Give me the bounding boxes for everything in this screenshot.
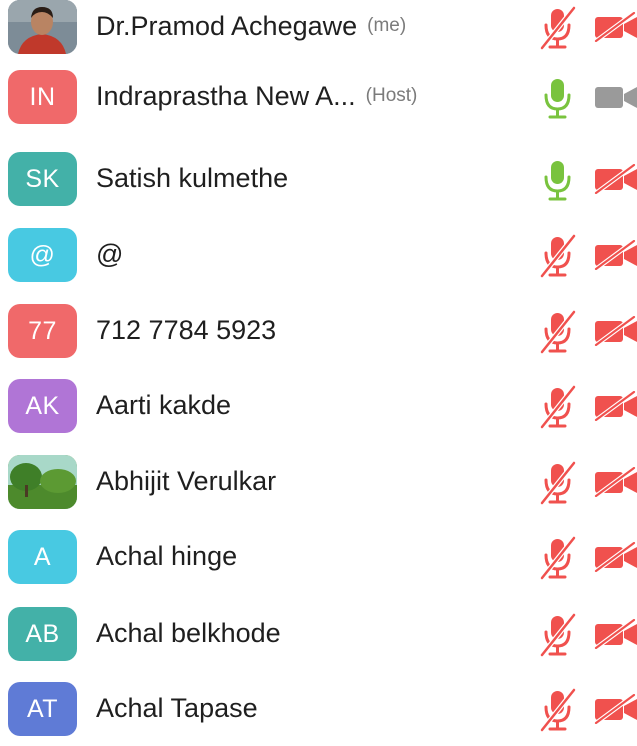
video-camera-off-icon[interactable] <box>594 542 637 572</box>
participant-row[interactable]: AB Achal belkhode <box>0 599 637 671</box>
participant-name: 712 7784 5923 <box>96 310 276 350</box>
microphone-muted-icon[interactable] <box>540 234 576 278</box>
participant-row[interactable]: AT Achal Tapase <box>0 674 637 746</box>
participant-row[interactable]: IN Indraprastha New A... (Host) <box>0 62 637 134</box>
video-camera-off-icon[interactable] <box>594 619 637 649</box>
avatar <box>8 0 77 54</box>
participant-row[interactable]: @ @ <box>0 220 637 292</box>
participant-name-text: Achal Tapase <box>96 692 258 723</box>
participant-name: Indraprastha New A... (Host) <box>96 76 417 116</box>
microphone-muted-icon[interactable] <box>540 310 576 354</box>
video-camera-off-icon[interactable] <box>594 164 637 194</box>
participant-name-text: Dr.Pramod Achegawe <box>96 10 358 41</box>
participant-name: Abhijit Verulkar <box>96 461 276 501</box>
participant-role-tag: (Host) <box>365 85 418 106</box>
avatar-initials: AK <box>25 391 60 420</box>
participant-name-text: Achal belkhode <box>96 617 281 648</box>
avatar: AK <box>8 379 77 433</box>
avatar-initials: AB <box>25 619 60 648</box>
microphone-icon[interactable] <box>540 76 576 120</box>
participant-row[interactable]: SK Satish kulmethe <box>0 144 637 216</box>
video-camera-off-icon[interactable] <box>594 316 637 346</box>
avatar: AT <box>8 682 77 736</box>
avatar: SK <box>8 152 77 206</box>
participant-name-text: Achal hinge <box>96 540 238 571</box>
microphone-muted-icon[interactable] <box>540 613 576 657</box>
microphone-muted-icon[interactable] <box>540 688 576 732</box>
avatar-initials: A <box>33 542 52 571</box>
participant-name: Satish kulmethe <box>96 158 288 198</box>
avatar: AB <box>8 607 77 661</box>
avatar-initials: AT <box>26 694 59 723</box>
participant-name: Achal belkhode <box>96 613 281 653</box>
avatar-initials: IN <box>29 82 56 111</box>
participant-name: Dr.Pramod Achegawe (me) <box>96 6 406 46</box>
video-camera-off-icon[interactable] <box>594 694 637 724</box>
participant-name: Achal hinge <box>96 536 237 576</box>
microphone-muted-icon[interactable] <box>540 6 576 50</box>
avatar-initials: 77 <box>28 316 57 345</box>
avatar <box>8 455 77 509</box>
microphone-icon[interactable] <box>540 158 576 202</box>
participants-list: Dr.Pramod Achegawe (me) IN Indraprastha New… <box>0 0 637 736</box>
video-camera-off-icon[interactable] <box>594 12 637 42</box>
participant-name: Aarti kakde <box>96 385 231 425</box>
avatar-initials: SK <box>25 164 60 193</box>
participant-row[interactable]: AK Aarti kakde <box>0 371 637 443</box>
microphone-muted-icon[interactable] <box>540 385 576 429</box>
participant-row[interactable]: A Achal hinge <box>0 522 637 594</box>
participant-name-text: Abhijit Verulkar <box>96 465 277 496</box>
microphone-muted-icon[interactable] <box>540 536 576 580</box>
participant-name-text: Indraprastha New A... <box>96 80 356 111</box>
participant-name-text: Aarti kakde <box>96 389 232 420</box>
video-camera-off-icon[interactable] <box>594 82 637 112</box>
avatar: IN <box>8 70 77 124</box>
participant-row[interactable]: 77 712 7784 5923 <box>0 296 637 368</box>
participant-role-tag: (me) <box>367 15 407 36</box>
participant-name: @ <box>96 234 123 274</box>
participant-name-text: @ <box>96 238 124 269</box>
participant-name: Achal Tapase <box>96 688 258 728</box>
microphone-muted-icon[interactable] <box>540 461 576 505</box>
avatar: 77 <box>8 304 77 358</box>
avatar: A <box>8 530 77 584</box>
participant-row[interactable]: Abhijit Verulkar <box>0 447 637 519</box>
video-camera-off-icon[interactable] <box>594 240 637 270</box>
participant-name-text: 712 7784 5923 <box>96 314 277 345</box>
avatar-initials: @ <box>29 240 56 269</box>
video-camera-off-icon[interactable] <box>594 467 637 497</box>
participant-row[interactable]: Dr.Pramod Achegawe (me) <box>0 0 637 64</box>
participant-name-text: Satish kulmethe <box>96 162 289 193</box>
avatar: @ <box>8 228 77 282</box>
video-camera-off-icon[interactable] <box>594 391 637 421</box>
